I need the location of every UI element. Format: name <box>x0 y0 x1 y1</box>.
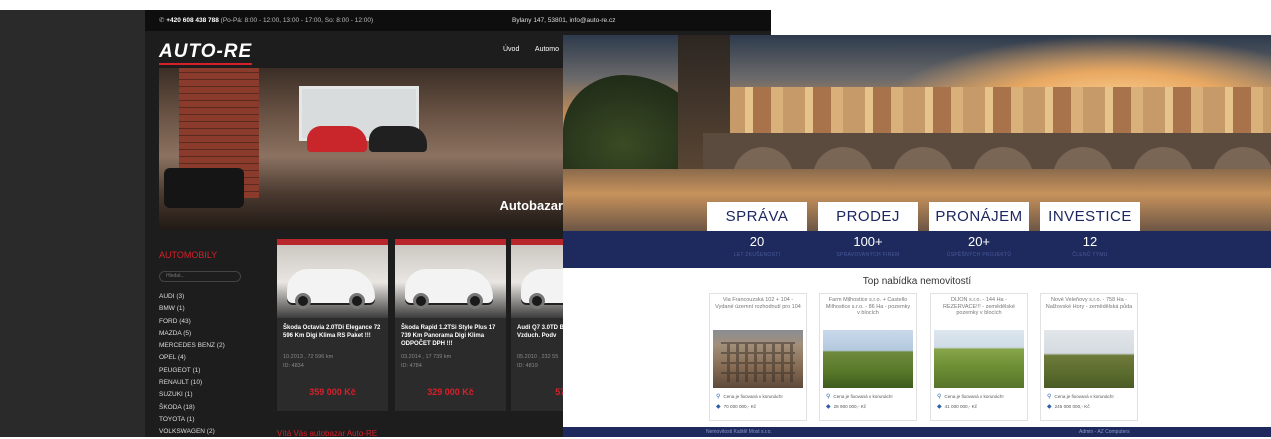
location-icon: ⚲ <box>826 394 831 400</box>
location-icon: ⚲ <box>1047 394 1052 400</box>
opening-hours: (Po-Pá: 8:00 - 12:00, 13:00 - 17:00, So:… <box>220 17 374 24</box>
property-photo[interactable] <box>1044 330 1134 388</box>
property-title[interactable]: Via Francouzská 102 + 104 - Vydané územn… <box>710 294 806 330</box>
stat-value: 12 <box>1082 234 1098 249</box>
property-card[interactable]: Via Francouzská 102 + 104 - Vydané územn… <box>709 293 807 421</box>
stat-label: SPRAVOVANÝCH FIREM <box>836 252 900 258</box>
nav-automobily[interactable]: Automo <box>535 46 559 53</box>
stat-label: LET ZKUŠENOSTÍ <box>733 252 781 258</box>
car-photo <box>277 239 388 318</box>
hero-caption: Autobazar <box>499 198 563 213</box>
property-card[interactable]: Farm Milhostice s.r.o. + Castello Milhos… <box>819 293 917 421</box>
tab-pronajem[interactable]: PRONÁJEM <box>929 202 1029 231</box>
category-heading: AUTOMOBILY <box>159 250 218 260</box>
location-icon: ⚲ <box>937 394 942 400</box>
nav-uvod[interactable]: Úvod <box>503 46 519 53</box>
property-price: ◆ 41 000 000,- Kč <box>937 404 978 410</box>
real-estate-window: SPRÁVA PRODEJ PRONÁJEM INVESTICE 20 LET … <box>563 35 1271 437</box>
footer-company: Nemovitosti Kaštěl Most s.r.o. <box>706 429 772 435</box>
tab-investice[interactable]: INVESTICE <box>1040 202 1140 231</box>
category-list: AUDI (3) BMW (1) FORD (43) MAZDA (5) MER… <box>159 291 225 439</box>
tag-icon: ◆ <box>716 404 721 410</box>
footer-admin[interactable]: Admin - AZ Computers <box>1079 425 1130 437</box>
category-item[interactable]: MAZDA (5) <box>159 328 225 340</box>
footer: Nemovitosti Kaštěl Most s.r.o. Admin - A… <box>563 427 1271 437</box>
property-photo[interactable] <box>823 330 913 388</box>
property-title[interactable]: DIJON s.r.o. - 144 Ha - REZERVACE!!! - z… <box>931 294 1027 330</box>
property-card[interactable]: DIJON s.r.o. - 144 Ha - REZERVACE!!! - z… <box>930 293 1028 421</box>
tab-prodej[interactable]: PRODEJ <box>818 202 918 231</box>
left-margin <box>0 10 155 437</box>
stat-label: ČLENŮ TÝMU <box>1072 252 1108 258</box>
tag-icon: ◆ <box>826 404 831 410</box>
category-item[interactable]: MERCEDES BENZ (2) <box>159 340 225 352</box>
property-title[interactable]: Farm Milhostice s.r.o. + Castello Milhos… <box>820 294 916 330</box>
stat-firms: 100+ SPRAVOVANÝCH FIREM <box>818 233 918 260</box>
hero-image: Autobazar <box>159 68 571 229</box>
category-item[interactable]: PEUGEOT (1) <box>159 365 225 377</box>
property-price: ◆ 70 000 000,- Kč <box>716 404 757 410</box>
car-id: ID: 4834 <box>283 363 304 369</box>
stat-projects: 20+ ÚSPĚŠNÝCH PROJEKTŮ <box>929 233 1029 260</box>
car-card[interactable]: Škoda Rapid 1.2TSi Style Plus 17 739 Km … <box>395 239 506 411</box>
stat-years: 20 LET ZKUŠENOSTÍ <box>707 233 807 260</box>
property-financing: ⚲ Cena je fixovaná v korunách! <box>1047 394 1114 400</box>
property-photo[interactable] <box>713 330 803 388</box>
property-financing: ⚲ Cena je fixovaná v korunách! <box>826 394 893 400</box>
category-item[interactable]: RENAULT (10) <box>159 377 225 389</box>
stats-bar: 20 LET ZKUŠENOSTÍ 100+ SPRAVOVANÝCH FIRE… <box>563 231 1271 268</box>
car-card[interactable]: Škoda Octavia 2.0TDi Elegance 72 596 Km … <box>277 239 388 411</box>
property-photo[interactable] <box>934 330 1024 388</box>
category-item[interactable]: TOYOTA (1) <box>159 414 225 426</box>
tag-icon: ◆ <box>1047 404 1052 410</box>
tag-icon: ◆ <box>937 404 942 410</box>
location-icon: ⚲ <box>716 394 721 400</box>
category-item[interactable]: OPEL (4) <box>159 352 225 364</box>
car-id: ID: 4784 <box>401 363 422 369</box>
phone-number[interactable]: +420 608 438 788 <box>166 17 219 24</box>
phone-icon: ✆ <box>159 17 165 24</box>
stat-value: 20 <box>749 234 765 249</box>
car-meta: 03.2014 , 17 739 km <box>401 354 452 360</box>
stat-value: 20+ <box>967 234 991 249</box>
contact-phone: ✆ +420 608 438 788 (Po-Pá: 8:00 - 12:00,… <box>159 10 373 31</box>
car-photo <box>395 239 506 318</box>
top-bar: ✆ +420 608 438 788 (Po-Pá: 8:00 - 12:00,… <box>145 10 771 31</box>
category-item[interactable]: AUDI (3) <box>159 291 225 303</box>
car-price: 359 000 Kč <box>309 387 356 397</box>
category-search-input[interactable]: Hledat... <box>159 271 241 282</box>
address-email[interactable]: Bylany 147, 53801, info@auto-re.cz <box>512 10 615 31</box>
section-title: Top nabídka nemovitostí <box>862 276 972 287</box>
category-item[interactable]: BMW (1) <box>159 303 225 315</box>
car-price: 329 000 Kč <box>427 387 474 397</box>
category-item[interactable]: SUZUKI (1) <box>159 389 225 401</box>
logo[interactable]: AUTO-RE <box>159 41 253 65</box>
property-price: ◆ 245 000 000,- Kč <box>1047 404 1090 410</box>
category-item[interactable]: FORD (43) <box>159 316 225 328</box>
car-title[interactable]: Škoda Octavia 2.0TDi Elegance 72 596 Km … <box>277 318 388 353</box>
service-tabs: SPRÁVA PRODEJ PRONÁJEM INVESTICE <box>563 202 1271 232</box>
category-item[interactable]: ŠKODA (18) <box>159 402 225 414</box>
car-title[interactable]: Škoda Rapid 1.2TSi Style Plus 17 739 Km … <box>395 318 506 353</box>
property-price: ◆ 28 900 000,- Kč <box>826 404 867 410</box>
car-meta: 10.2013 , 72 596 km <box>283 354 334 360</box>
stat-value: 100+ <box>853 234 883 249</box>
property-title[interactable]: Nové Veleňovy s.r.o. - 758 Ha - Nalžovsk… <box>1041 294 1137 330</box>
property-financing: ⚲ Cena je fixovaná v korunách! <box>716 394 783 400</box>
property-financing: ⚲ Cena je fixovaná v korunách! <box>937 394 1004 400</box>
stat-label: ÚSPĚŠNÝCH PROJEKTŮ <box>946 252 1012 258</box>
tab-sprava[interactable]: SPRÁVA <box>707 202 807 231</box>
stat-team: 12 ČLENŮ TÝMU <box>1040 233 1140 260</box>
property-card[interactable]: Nové Veleňovy s.r.o. - 758 Ha - Nalžovsk… <box>1040 293 1138 421</box>
